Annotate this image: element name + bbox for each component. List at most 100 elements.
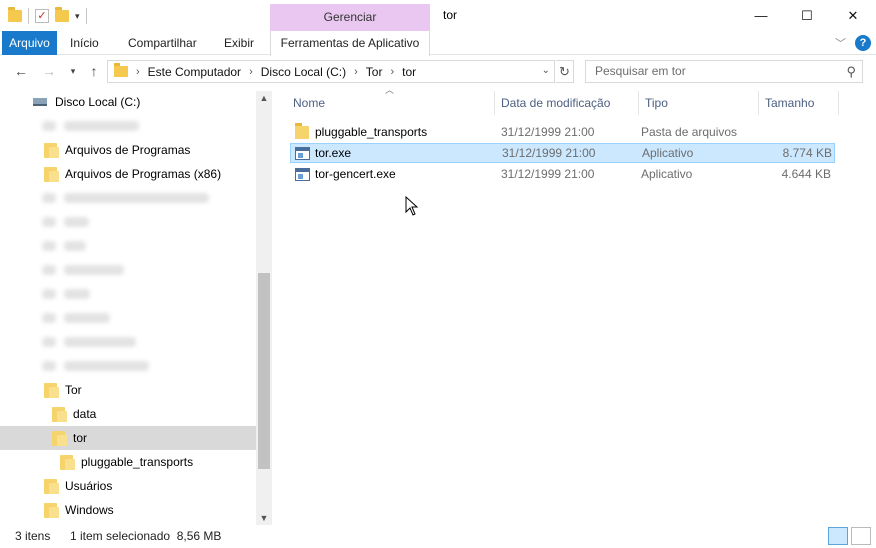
tree-item-arquivos-de-programas[interactable]: Arquivos de Programas [0,138,256,162]
folder-icon [44,142,59,158]
tree-item-redacted[interactable] [0,234,256,258]
selection-info: 1 item selecionado 8,56 MB [70,529,222,543]
tree-item-label: Arquivos de Programas [65,143,191,157]
tree-item-label: Usuários [65,479,113,493]
navigation-bar: ← → ▾ ↑ › Este Computador › Disco Local … [0,55,876,91]
separator [28,8,29,24]
forward-arrow-icon[interactable]: → [40,63,58,79]
drive-icon [33,98,47,106]
back-arrow-icon[interactable]: ← [12,63,30,79]
folder-icon [42,241,56,251]
close-button[interactable]: ✕ [830,0,876,31]
tree-item-redacted[interactable] [0,210,256,234]
tree-item-disco-local[interactable]: Disco Local (C:) [0,90,256,114]
file-row-selected[interactable]: tor.exe 31/12/1999 21:00 Aplicativo 8.77… [290,143,835,163]
tree-item-arquivos-de-programas-x86[interactable]: Arquivos de Programas (x86) [0,162,256,186]
recent-locations-icon[interactable]: ▾ [64,66,82,77]
tree-item-usuarios[interactable]: Usuários [0,474,256,498]
breadcrumb-tor-current[interactable]: tor [402,65,416,79]
folder-icon[interactable] [8,7,22,22]
file-size: 4.644 KB [781,167,831,181]
large-icons-view-icon[interactable] [851,527,871,545]
chevron-right-icon[interactable]: › [136,66,140,78]
new-folder-icon[interactable] [55,7,69,22]
properties-icon[interactable]: ✓ [35,9,49,23]
folder-icon [42,289,56,299]
redacted-label [64,289,90,299]
refresh-icon[interactable]: ↻ [556,60,574,83]
scroll-up-icon[interactable]: ▲ [256,93,272,103]
manage-tab-header[interactable]: Gerenciar [270,4,430,31]
tree-item-redacted[interactable] [0,282,256,306]
tree-item-redacted[interactable] [0,114,256,138]
redacted-label [64,265,124,275]
redacted-label [64,121,139,131]
tab-compartilhar[interactable]: Compartilhar [128,31,197,55]
file-row[interactable]: pluggable_transports 31/12/1999 21:00 Pa… [290,122,835,142]
tree-item-pluggable-transports[interactable]: pluggable_transports [0,450,256,474]
breadcrumb-disco-local[interactable]: Disco Local (C:) [261,65,346,79]
tree-item-redacted[interactable] [0,330,256,354]
chevron-down-icon[interactable]: ⌄ [542,65,550,76]
folder-icon [52,430,67,446]
file-date: 31/12/1999 21:00 [501,125,595,139]
tree-item-windows[interactable]: Windows [0,498,256,522]
tree-item-tor[interactable]: Tor [0,378,256,402]
folder-icon [44,502,59,518]
up-arrow-icon[interactable]: ↑ [85,63,103,79]
tree-item-redacted[interactable] [0,306,256,330]
address-bar[interactable]: › Este Computador › Disco Local (C:) › T… [107,60,555,83]
help-icon[interactable]: ? [855,35,871,51]
column-header-type[interactable]: Tipo [639,91,759,115]
tree-item-redacted[interactable] [0,258,256,282]
redacted-label [64,193,209,203]
file-name: tor.exe [315,146,352,160]
tree-item-tor-selected[interactable]: tor [0,426,256,450]
breadcrumb-este-computador[interactable]: Este Computador [148,65,241,79]
folder-icon [44,166,59,182]
scrollbar-thumb[interactable] [258,273,270,469]
tree-item-label: Tor [65,383,82,397]
file-row[interactable]: tor-gencert.exe 31/12/1999 21:00 Aplicat… [290,164,835,184]
tree-item-redacted[interactable] [0,186,256,210]
tree-item-label: Arquivos de Programas (x86) [65,167,222,181]
customize-toolbar-icon[interactable]: ▾ [75,11,80,22]
column-header-date[interactable]: Data de modificação [495,91,639,115]
file-size: 8.774 KB [782,146,832,160]
tree-item-label: tor [73,431,88,445]
maximize-button[interactable]: ☐ [784,0,830,31]
folder-icon [114,63,128,77]
expand-ribbon-icon[interactable]: ﹀ [835,35,846,51]
window-title: tor [443,8,458,22]
status-bar: 3 itens 1 item selecionado 8,56 MB [0,525,876,548]
folder-icon [60,454,75,470]
search-input[interactable]: Pesquisar em tor ⚲ [585,60,863,83]
chevron-right-icon[interactable]: › [249,66,253,78]
scroll-down-icon[interactable]: ▼ [256,513,272,523]
tab-exibir[interactable]: Exibir [224,31,254,55]
tab-arquivo[interactable]: Arquivo [2,31,57,55]
column-header-name[interactable]: Nome [287,91,495,115]
nav-pane-scrollbar[interactable]: ▲ ▼ [256,91,272,525]
details-view-icon[interactable] [828,527,848,545]
tree-item-data[interactable]: data [0,402,256,426]
file-list: ︿ Nome Data de modificação Tipo Tamanho … [272,85,876,525]
chevron-right-icon[interactable]: › [354,66,358,78]
separator [85,8,87,24]
tab-ferramentas-de-aplicativo[interactable]: Ferramentas de Aplicativo [270,31,430,56]
tab-inicio[interactable]: Início [70,31,99,55]
minimize-button[interactable]: — [738,0,784,31]
search-icon: ⚲ [846,64,856,79]
folder-icon [42,265,56,275]
folder-icon [42,193,56,203]
chevron-right-icon[interactable]: › [390,66,394,78]
column-header-size[interactable]: Tamanho [759,91,839,115]
file-date: 31/12/1999 21:00 [501,167,595,181]
file-name-cell: tor-gencert.exe [290,167,496,181]
redacted-label [64,361,149,371]
tree-item-label: Disco Local (C:) [55,95,141,109]
breadcrumb-tor[interactable]: Tor [366,65,383,79]
redacted-label [64,313,110,323]
tree-item-redacted[interactable] [0,354,256,378]
exe-icon [295,146,310,160]
